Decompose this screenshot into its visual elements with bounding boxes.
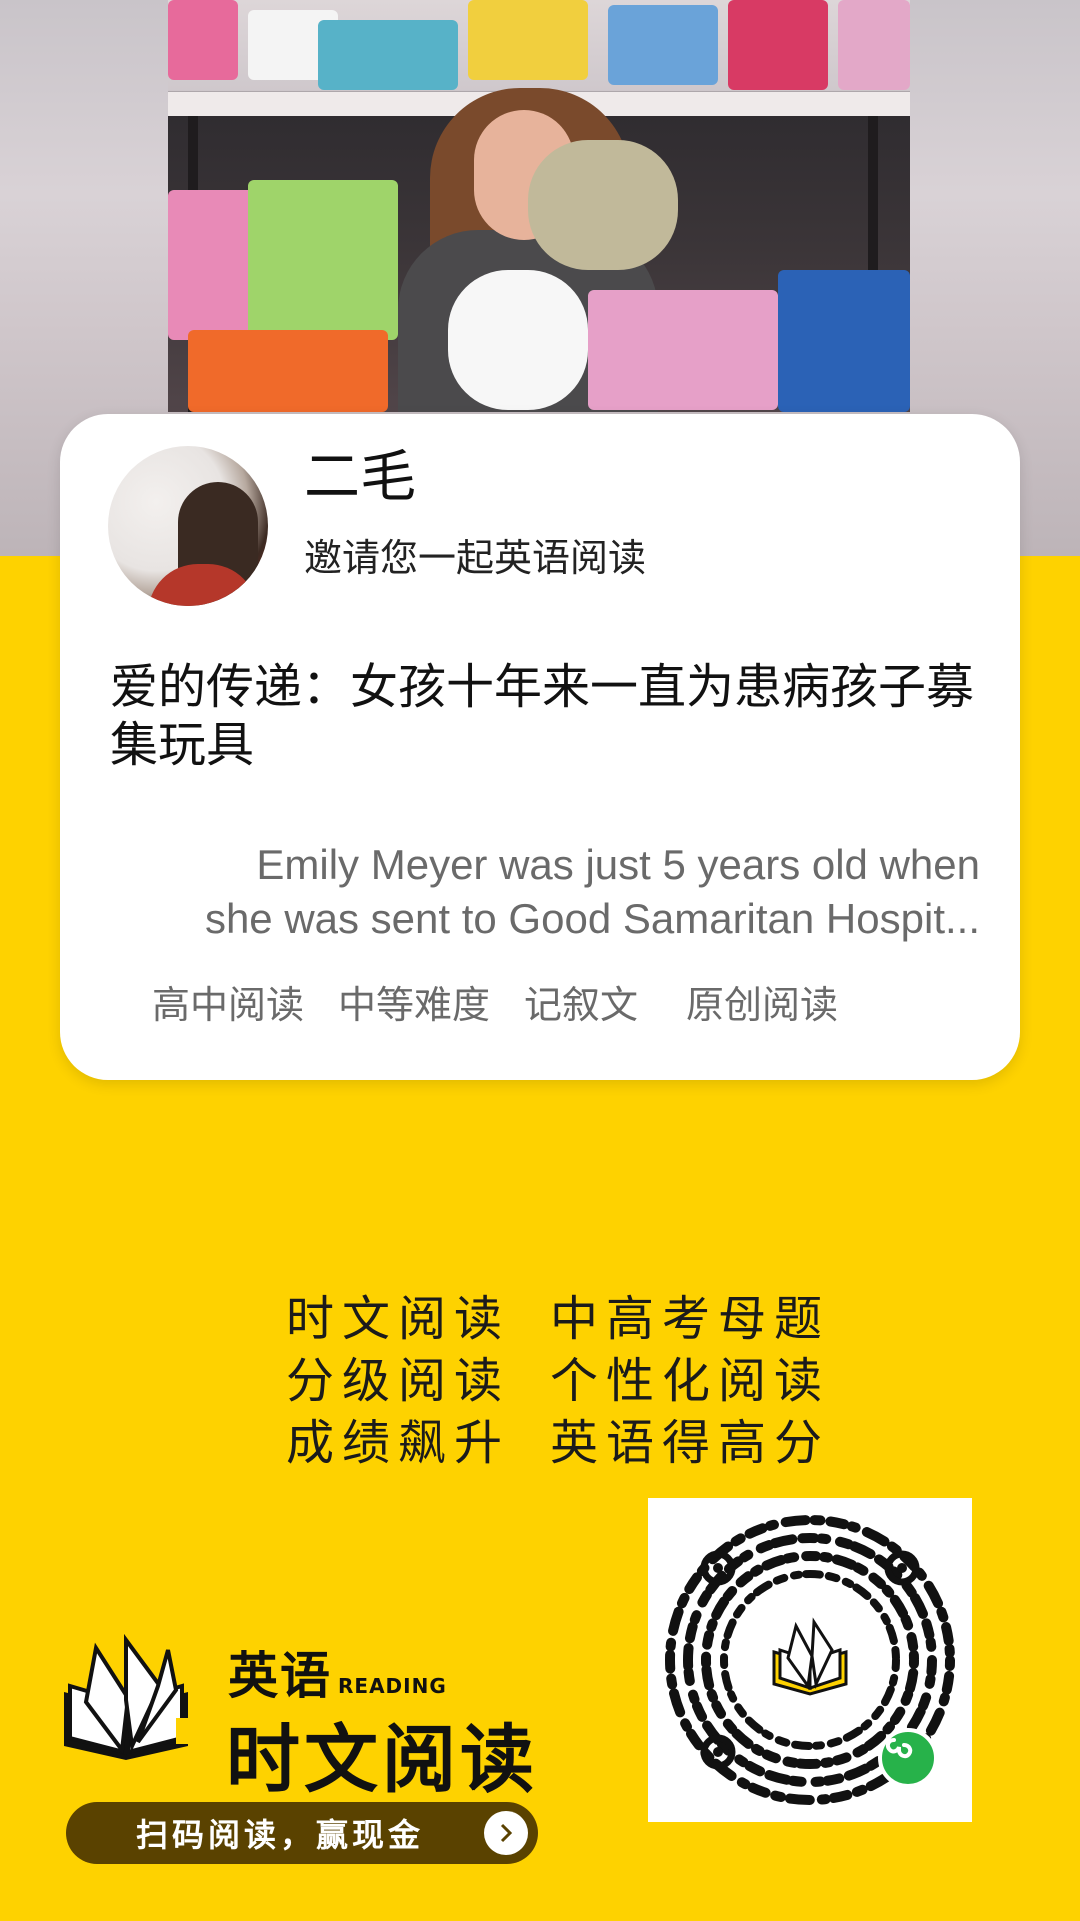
tag-difficulty: 中等难度 (338, 983, 491, 1027)
share-card[interactable]: 二毛 邀请您一起英语阅读 爱的传递：女孩十年来一直为患病孩子募集玩具 Emily… (60, 414, 1020, 1080)
photo-toy (728, 0, 828, 90)
photo-toy (318, 20, 458, 90)
slogan-line: 时文阅读 中高考母题 (286, 1288, 846, 1350)
scan-read-button[interactable]: 扫码阅读，赢现金 (66, 1802, 538, 1864)
article-tags: 高中阅读 中等难度 记叙文 原创阅读 (152, 974, 952, 1029)
slogan-line: 分级阅读 个性化阅读 (286, 1350, 846, 1412)
tag-level: 高中阅读 (152, 983, 305, 1027)
article-title[interactable]: 爱的传递：女孩十年来一直为患病孩子募集玩具 (110, 658, 990, 774)
slogan-text: 分级阅读 (286, 1353, 511, 1409)
brand-reading: READING (338, 1674, 447, 1698)
slogan-text: 个性化阅读 (550, 1353, 831, 1409)
user-name: 二毛 (304, 445, 416, 510)
open-book-icon (56, 1628, 196, 1768)
slogan-text: 时文阅读 (286, 1291, 511, 1347)
brand-chinese: 英语 (228, 1647, 332, 1705)
scan-read-label: 扫码阅读，赢现金 (136, 1816, 425, 1854)
slogan-block: 时文阅读 中高考母题 分级阅读 个性化阅读 成绩飙升 英语得高分 (286, 1288, 846, 1474)
slogan-line: 成绩飙升 英语得高分 (286, 1412, 846, 1474)
photo-toy (528, 140, 678, 270)
photo-toy (188, 330, 388, 412)
slogan-text: 成绩飙升 (286, 1415, 511, 1471)
mini-program-icon (878, 1728, 938, 1788)
brand-top-text: 英语 READING (228, 1636, 447, 1708)
photo-toy (778, 270, 910, 412)
photo-toy (468, 0, 588, 80)
tag-genre: 记叙文 (524, 983, 639, 1027)
tag-source: 原创阅读 (686, 983, 839, 1027)
photo-toy (588, 290, 778, 410)
photo-toy (248, 180, 398, 340)
article-excerpt: Emily Meyer was just 5 years old when sh… (204, 841, 980, 942)
slogan-text: 中高考母题 (550, 1291, 831, 1347)
invite-text: 邀请您一起英语阅读 (304, 536, 647, 580)
chevron-right-icon (484, 1811, 528, 1855)
photo-toy (448, 270, 588, 410)
mini-program-code[interactable] (648, 1498, 972, 1822)
article-photo (168, 0, 910, 412)
brand-main-text: 时文阅读 (226, 1717, 538, 1803)
avatar (108, 446, 268, 606)
photo-toy (168, 0, 238, 80)
slogan-text: 英语得高分 (550, 1415, 831, 1471)
photo-toy (608, 5, 718, 85)
photo-toy (838, 0, 910, 90)
